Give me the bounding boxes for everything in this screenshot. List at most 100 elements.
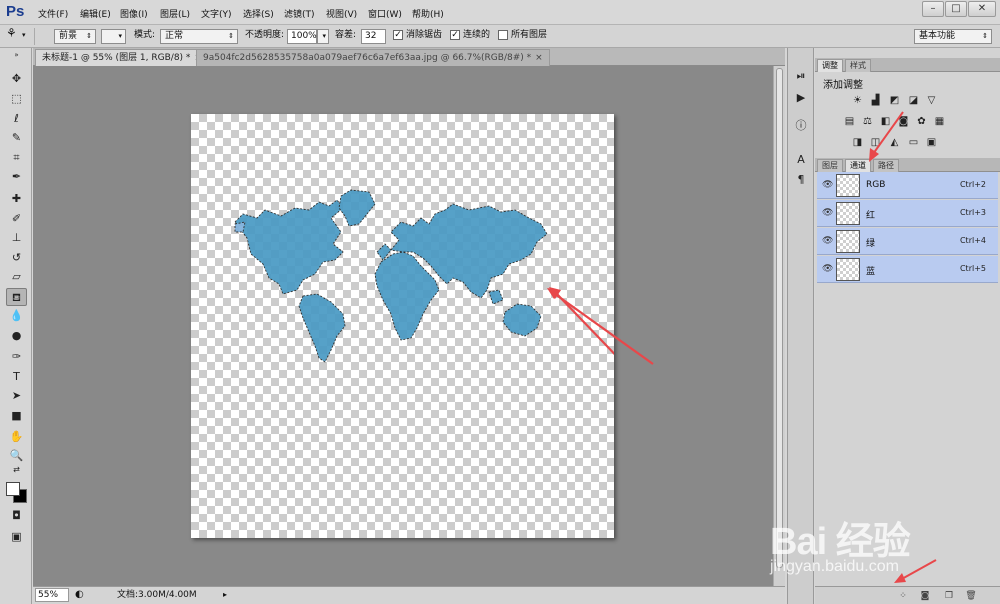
marquee-tool-icon[interactable]: ⬚ [6, 90, 27, 108]
exposure-icon[interactable]: ◪ [907, 94, 920, 107]
info-panel-icon[interactable]: ⓘ [793, 118, 809, 134]
pen-tool-icon[interactable]: ✑ [6, 348, 27, 366]
color-lookup-icon[interactable]: ▦ [933, 115, 946, 128]
pattern-picker[interactable]: ▾ [101, 29, 126, 44]
eye-icon[interactable]: 👁 [822, 264, 833, 274]
clone-stamp-tool-icon[interactable]: ⊥ [6, 229, 27, 247]
eye-icon[interactable]: 👁 [822, 180, 833, 190]
channel-shortcut: Ctrl+4 [959, 236, 986, 245]
menu-edit[interactable]: 编辑(E) [80, 7, 111, 20]
maximize-button[interactable]: □ [945, 1, 967, 17]
collapse-toolbar-icon[interactable]: » [6, 51, 27, 59]
swap-colors-icon[interactable]: ⇄ [6, 464, 27, 476]
history-brush-tool-icon[interactable]: ↺ [6, 249, 27, 267]
menu-help[interactable]: 帮助(H) [412, 7, 444, 20]
status-menu-arrow-icon[interactable]: ▸ [223, 587, 227, 603]
chevron-down-icon: ⇕ [228, 32, 234, 40]
annotation-arrow-footer [894, 559, 937, 583]
paragraph-panel-icon[interactable]: ¶ [793, 172, 809, 188]
channels-footer: ⁘ ◙ ❐ 🗑 [815, 586, 1000, 604]
menu-image[interactable]: 图像(I) [120, 7, 148, 20]
workspace-dropdown[interactable]: 基本功能 ⇕ [914, 29, 992, 44]
hue-saturation-icon[interactable]: ▤ [843, 115, 856, 128]
screen-mode-icon[interactable]: ▣ [6, 528, 27, 546]
tool-preset-arrow-icon[interactable]: ▾ [22, 29, 26, 44]
mode-dropdown[interactable]: 正常 ⇕ [160, 29, 238, 44]
eye-icon[interactable]: 👁 [822, 236, 833, 246]
character-panel-icon[interactable]: A [793, 152, 809, 168]
close-icon[interactable]: × [535, 53, 543, 63]
channel-row-rgb[interactable]: 👁 RGB Ctrl+2 [817, 172, 998, 199]
load-selection-icon[interactable]: ⁘ [897, 590, 909, 602]
quick-selection-tool-icon[interactable]: ✎ [6, 129, 27, 147]
blur-tool-icon[interactable]: 💧 [6, 307, 27, 325]
history-panel-icon[interactable]: ⏯ [793, 68, 809, 84]
curves-icon[interactable]: ◩ [888, 94, 901, 107]
zoom-tool-icon[interactable]: 🔍 [6, 447, 27, 465]
status-bar: 55% ◐ 文档:3.00M/4.00M ▸ [33, 586, 785, 604]
actions-panel-icon[interactable]: ▶ [793, 90, 809, 106]
tab-styles[interactable]: 样式 [845, 59, 871, 72]
menu-file[interactable]: 文件(F) [38, 7, 68, 20]
fill-source-dropdown[interactable]: 前景 ⇕ [54, 29, 96, 44]
tolerance-field[interactable]: 32 [361, 29, 386, 44]
eye-icon[interactable]: 👁 [822, 208, 833, 218]
quick-mask-icon[interactable]: ◘ [6, 507, 27, 525]
menu-select[interactable]: 选择(S) [243, 7, 274, 20]
menu-view[interactable]: 视图(V) [326, 7, 357, 20]
menu-type[interactable]: 文字(Y) [201, 7, 232, 20]
channel-shortcut: Ctrl+5 [959, 264, 986, 273]
path-selection-tool-icon[interactable]: ➤ [6, 387, 27, 405]
type-tool-icon[interactable]: T [6, 368, 27, 386]
channel-mixer-icon[interactable]: ✿ [915, 115, 928, 128]
menu-filter[interactable]: 滤镜(T) [284, 7, 315, 20]
dodge-tool-icon[interactable]: ● [6, 327, 27, 345]
mode-label: 模式: [134, 30, 156, 40]
tab-adjustments[interactable]: 调整 [817, 59, 843, 72]
contiguous-checkbox[interactable]: ✓ 连续的 [450, 29, 490, 44]
watermark-logo: Bai 经验 [770, 521, 911, 563]
channel-row-blue[interactable]: 👁 蓝 Ctrl+5 [817, 256, 998, 283]
vibrance-icon[interactable]: ▽ [925, 94, 938, 107]
menu-window[interactable]: 窗口(W) [368, 7, 402, 20]
trash-icon[interactable]: 🗑 [965, 590, 977, 602]
opacity-value: 100% [291, 31, 317, 41]
scrollbar-thumb[interactable] [776, 68, 783, 568]
opacity-slider-button[interactable]: ▾ [317, 29, 329, 44]
channel-row-green[interactable]: 👁 绿 Ctrl+4 [817, 228, 998, 255]
tab-layers[interactable]: 图层 [817, 159, 843, 172]
selective-color-icon[interactable]: ▣ [925, 136, 938, 149]
new-channel-icon[interactable]: ❐ [943, 590, 955, 602]
eraser-tool-icon[interactable]: ▱ [6, 268, 27, 286]
foreground-color-swatch[interactable] [6, 482, 20, 496]
menu-layer[interactable]: 图层(L) [160, 7, 190, 20]
close-button[interactable]: ✕ [968, 1, 996, 17]
eyedropper-tool-icon[interactable]: ✒ [6, 168, 27, 186]
save-selection-icon[interactable]: ◙ [919, 590, 931, 602]
paint-bucket-tool-icon[interactable]: ⚘ [6, 27, 17, 42]
channel-row-red[interactable]: 👁 红 Ctrl+3 [817, 200, 998, 227]
hand-tool-icon[interactable]: ✋ [6, 428, 27, 446]
healing-brush-tool-icon[interactable]: ✚ [6, 190, 27, 208]
tab-untitled[interactable]: 未标题-1 @ 55% (图层 1, RGB/8) *× [35, 49, 209, 66]
zoom-field[interactable]: 55% [35, 588, 69, 602]
fill-source-value: 前景 [59, 31, 78, 41]
crop-tool-icon[interactable]: ⌗ [6, 149, 27, 167]
minimize-button[interactable]: – [922, 1, 944, 17]
move-tool-icon[interactable]: ✥ [6, 70, 27, 88]
brush-tool-icon[interactable]: ✐ [6, 210, 27, 228]
mode-value: 正常 [165, 31, 184, 41]
all-layers-checkbox[interactable]: 所有图层 [498, 29, 547, 44]
lasso-tool-icon[interactable]: ℓ [6, 110, 27, 128]
chevron-down-icon: ⇕ [86, 32, 92, 40]
rectangle-tool-icon[interactable]: ■ [6, 407, 27, 425]
anti-alias-checkbox[interactable]: ✓ 消除锯齿 [393, 29, 442, 44]
brightness-icon[interactable]: ☀ [851, 94, 864, 107]
paint-bucket-tool-icon[interactable]: ⛾ [6, 288, 27, 306]
tab-jpg[interactable]: 9a504fc2d5628535758a0a079aef76c6a7ef63aa… [196, 49, 550, 66]
channel-thumbnail [836, 174, 860, 197]
levels-icon[interactable]: ▟ [869, 94, 882, 107]
status-info-icon[interactable]: ◐ [75, 587, 84, 603]
adjustments-title: 添加调整 [823, 80, 863, 91]
opacity-field[interactable]: 100% [287, 29, 317, 44]
